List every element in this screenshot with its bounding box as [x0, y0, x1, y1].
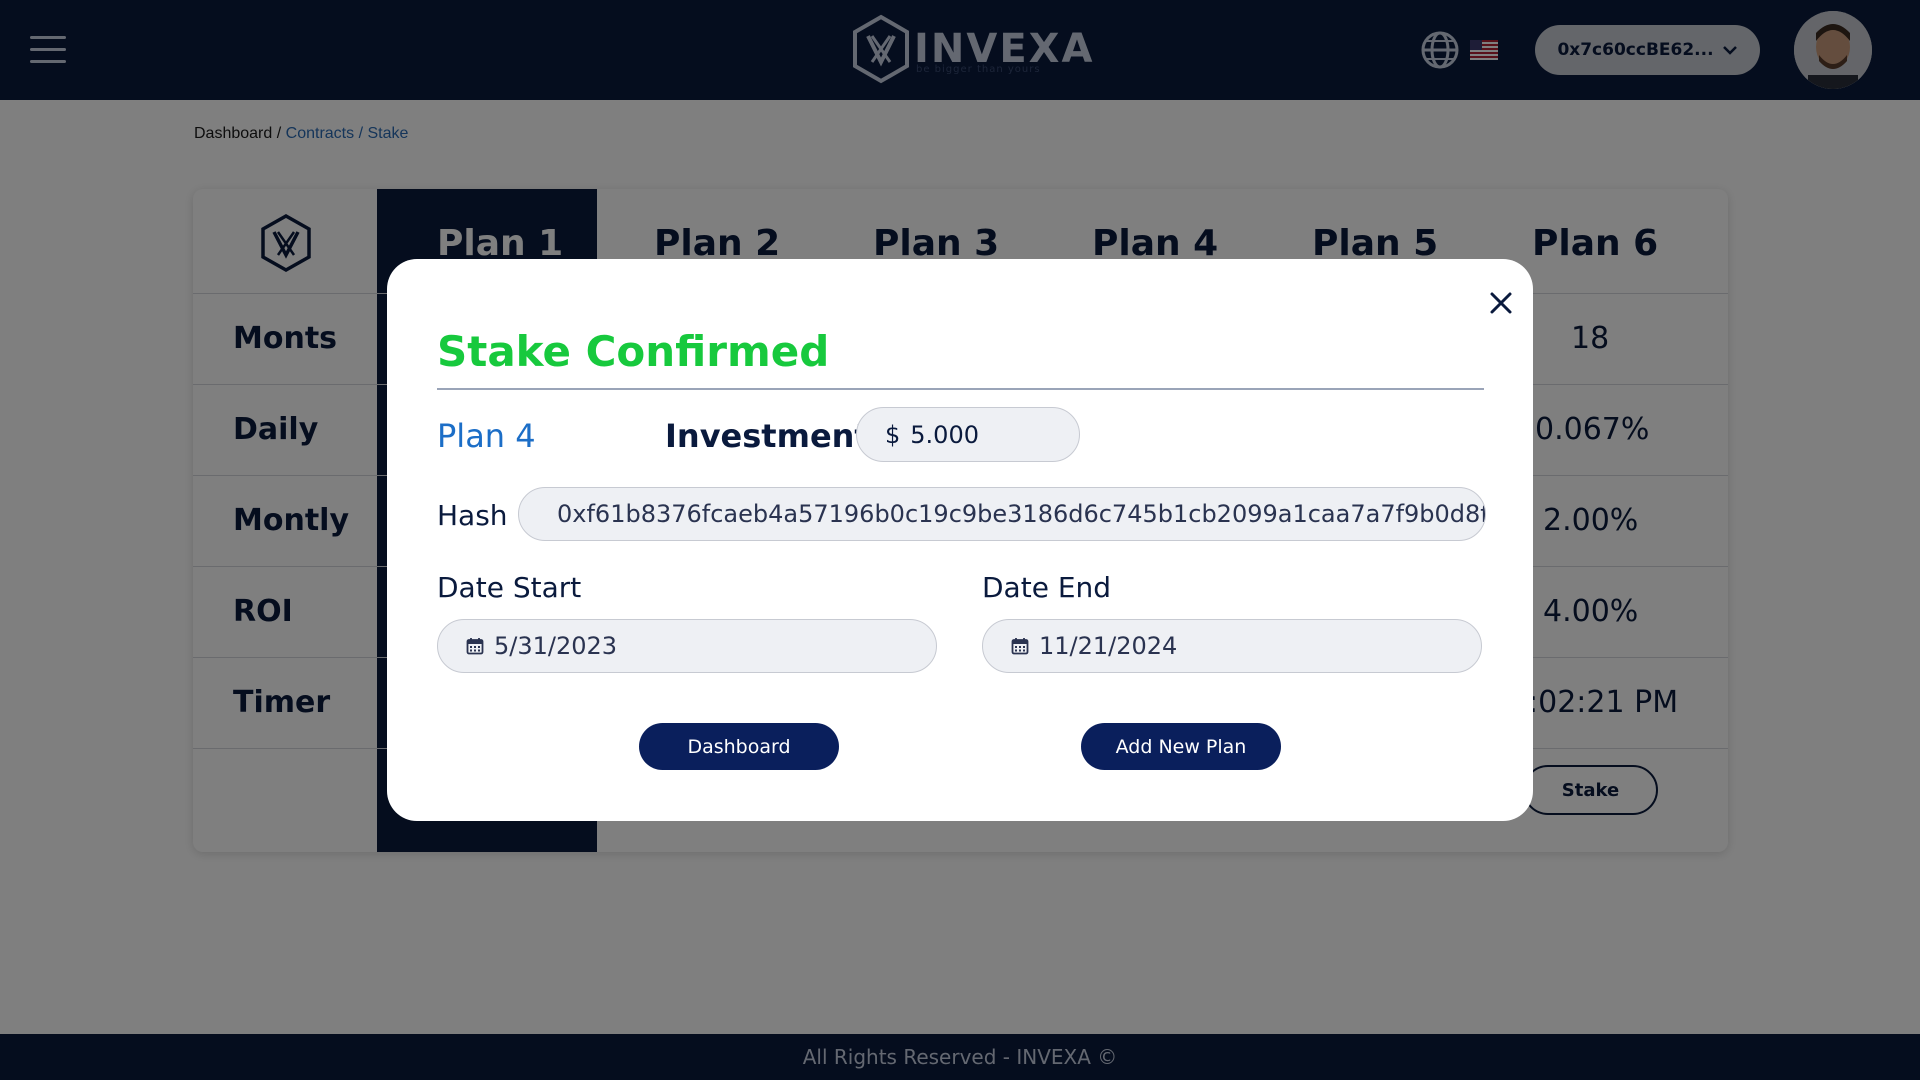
title-divider	[437, 388, 1484, 390]
plan-name: Plan 4	[437, 417, 536, 455]
date-end-value: 11/21/2024	[1039, 632, 1178, 660]
date-start-value: 5/31/2023	[494, 632, 618, 660]
add-new-plan-button[interactable]: Add New Plan	[1081, 723, 1281, 770]
investment-label: Investment	[665, 417, 870, 455]
date-end-field: 11/21/2024	[982, 619, 1482, 673]
investment-value: 5.000	[910, 420, 979, 449]
close-icon[interactable]	[1479, 281, 1523, 325]
hash-field: 0xf61b8376fcaeb4a57196b0c19c9be3186d6c74…	[518, 487, 1486, 541]
date-start-label: Date Start	[437, 571, 582, 604]
hash-label: Hash	[437, 499, 508, 532]
modal-title: Stake Confirmed	[437, 327, 830, 376]
calendar-icon	[466, 638, 484, 655]
investment-field: $ 5.000	[856, 407, 1080, 462]
stake-confirmed-modal: Stake Confirmed Plan 4 Investment $ 5.00…	[387, 259, 1533, 821]
date-end-label: Date End	[982, 571, 1112, 604]
date-start-field: 5/31/2023	[437, 619, 937, 673]
dashboard-button[interactable]: Dashboard	[639, 723, 839, 770]
hash-value: 0xf61b8376fcaeb4a57196b0c19c9be3186d6c74…	[557, 500, 1486, 528]
calendar-icon	[1011, 638, 1029, 655]
currency-symbol: $	[885, 420, 901, 449]
